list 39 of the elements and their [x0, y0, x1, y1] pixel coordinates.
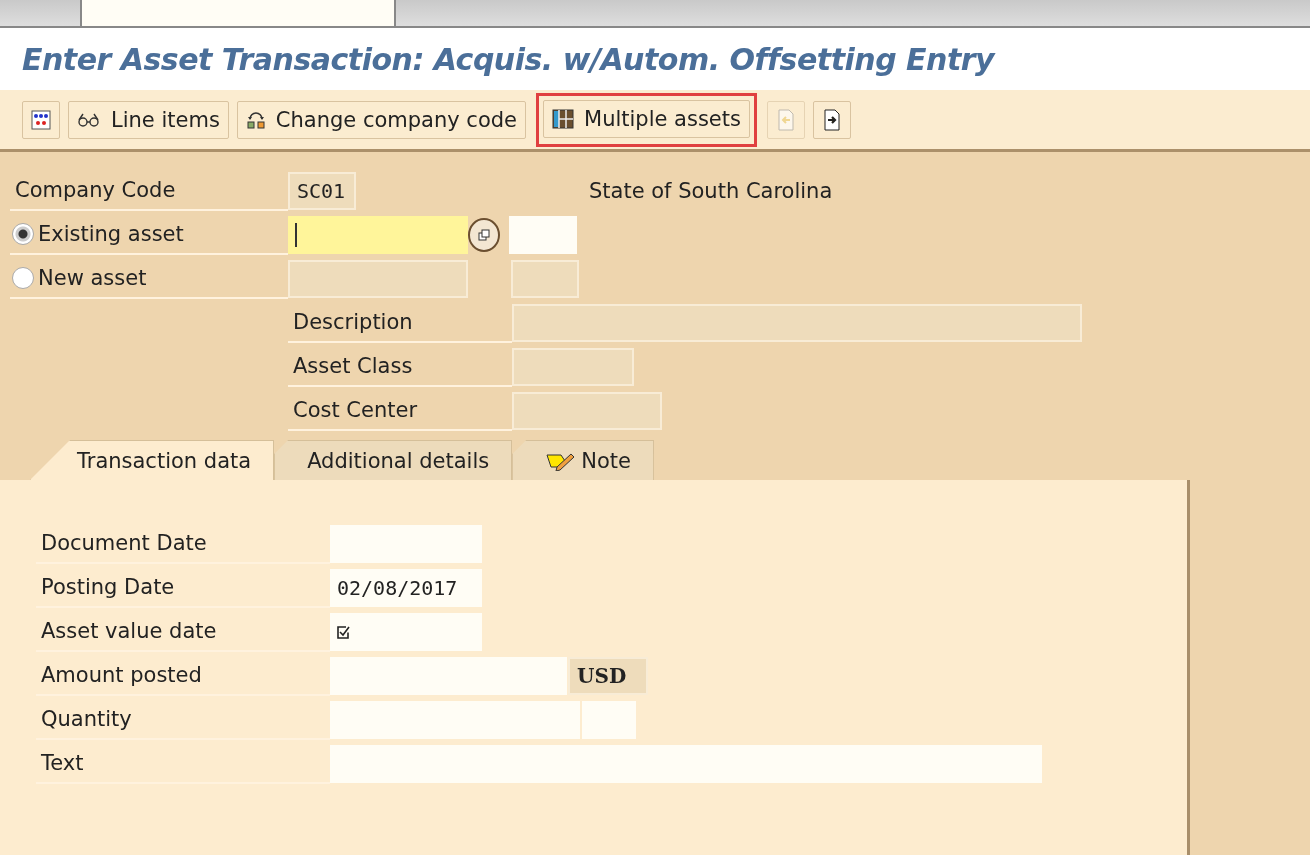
tab[interactable]: Transaction data	[30, 440, 275, 480]
radio-button[interactable]	[12, 267, 34, 289]
company-code-field: SC01	[288, 172, 356, 210]
input-field[interactable]	[512, 304, 1082, 342]
radio-label: New asset	[38, 266, 147, 290]
back-arrow-icon	[775, 108, 796, 131]
asset-number-field[interactable]	[288, 216, 468, 254]
toolbar-button[interactable]: Multiple assets	[543, 99, 750, 138]
input-field[interactable]	[512, 348, 634, 386]
currency-field: USD	[568, 657, 648, 695]
glasses-icon	[77, 111, 101, 128]
swap-arrows-icon	[245, 109, 266, 130]
unit-field[interactable]	[582, 701, 636, 739]
command-field[interactable]	[80, 0, 396, 26]
sub-number-field[interactable]	[509, 216, 577, 254]
sub-number-field[interactable]	[511, 260, 579, 298]
dots-grid-icon	[31, 109, 51, 130]
grid-icon	[552, 108, 574, 129]
tab[interactable]: Additional details	[274, 440, 513, 480]
forward-arrow-icon	[821, 108, 842, 131]
text-field[interactable]	[330, 745, 1042, 783]
date-field[interactable]	[330, 613, 482, 651]
toolbar-button[interactable]: Line items	[68, 100, 229, 139]
date-field[interactable]: 02/08/2017	[330, 569, 482, 607]
radio-button[interactable]	[12, 223, 34, 245]
radio-label: Existing asset	[38, 222, 184, 246]
company-name: State of South Carolina	[589, 179, 833, 203]
date-field[interactable]	[330, 525, 482, 563]
quantity-field[interactable]	[330, 701, 580, 739]
amount-field[interactable]	[330, 657, 567, 695]
toolbar-icon-button[interactable]	[812, 100, 851, 139]
tab[interactable]: Note	[512, 440, 654, 480]
asset-number-field[interactable]	[288, 260, 468, 298]
input-field[interactable]	[512, 392, 662, 430]
screen-title: Enter Asset Transaction: Acquis. w/Autom. Offsetting Entry	[22, 41, 995, 77]
checkbox-icon[interactable]	[337, 625, 350, 639]
toolbar-button[interactable]: Change company code	[236, 100, 526, 139]
value-help-icon[interactable]	[468, 218, 500, 252]
toolbar-icon-button[interactable]	[22, 100, 60, 139]
